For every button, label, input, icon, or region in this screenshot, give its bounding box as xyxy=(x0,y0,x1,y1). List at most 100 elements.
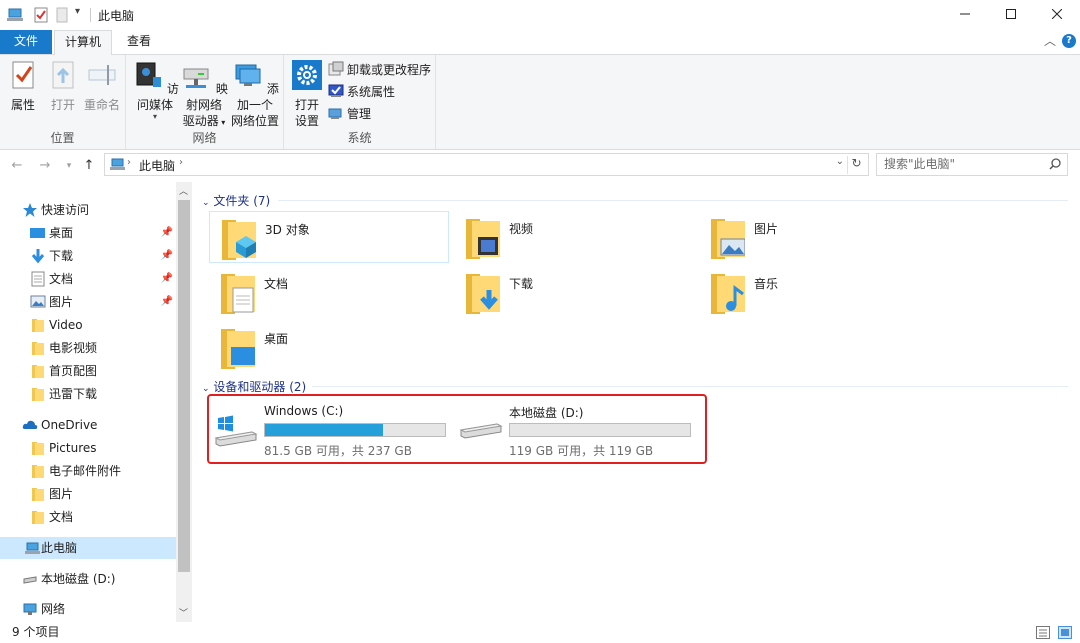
chevron-down-icon: ⌄ xyxy=(202,384,210,394)
customize-qa-icon[interactable]: ▾ xyxy=(75,6,80,17)
open-button[interactable]: 打开 xyxy=(46,59,80,113)
pin-icon[interactable]: 📌 xyxy=(161,291,173,313)
nav-od-images[interactable]: 图片 xyxy=(0,483,176,505)
tab-view[interactable]: 查看 xyxy=(116,30,162,54)
nav-qa-movies[interactable]: 电影视频 xyxy=(0,337,176,359)
nav-onedrive[interactable]: OneDrive xyxy=(0,414,176,436)
nav-qa-xunlei[interactable]: 迅雷下载 xyxy=(0,383,176,405)
scroll-down-icon[interactable]: ﹀ xyxy=(179,606,188,619)
up-button[interactable]: ↑ xyxy=(80,157,98,175)
new-folder-quick-icon[interactable] xyxy=(56,7,68,23)
nav-od-documents[interactable]: 文档 xyxy=(0,506,176,528)
search-input[interactable]: 搜索"此电脑" xyxy=(876,153,1068,176)
add-network-location-button[interactable]: 添加一个 网络位置 xyxy=(230,59,280,129)
pin-icon[interactable]: 📌 xyxy=(161,245,173,267)
nav-qa-downloads[interactable]: 下载 📌 xyxy=(0,245,176,267)
nav-local-disk-d[interactable]: 本地磁盘 (D:) xyxy=(0,568,176,590)
properties-label: 属性 xyxy=(10,98,35,112)
maximize-button[interactable] xyxy=(988,0,1034,30)
open-settings-label-2: 设置 xyxy=(294,114,319,128)
nav-label: 此电脑 xyxy=(41,541,78,555)
pin-icon[interactable]: 📌 xyxy=(161,222,173,244)
document-icon xyxy=(31,271,45,287)
breadcrumb-chevron-icon[interactable]: › xyxy=(127,157,131,168)
open-settings-button[interactable]: 打开 设置 xyxy=(288,59,326,129)
folder-item-videos[interactable]: 视频 xyxy=(454,211,694,263)
address-bar[interactable]: › 此电脑 › ⌄ ↻ xyxy=(104,153,869,176)
nav-scrollbar[interactable]: ︿ ﹀ xyxy=(176,182,192,622)
nav-od-email-attachments[interactable]: 电子邮件附件 xyxy=(0,460,176,482)
folder-item-desktop[interactable]: 桌面 xyxy=(209,321,449,373)
uninstall-program-button[interactable]: 卸载或更改程序 xyxy=(328,60,431,80)
scroll-up-icon[interactable]: ︿ xyxy=(179,184,188,197)
highlight-box xyxy=(207,394,707,464)
download-arrow-icon xyxy=(31,249,45,264)
cloud-icon xyxy=(22,420,38,429)
drive-icon xyxy=(23,576,37,584)
properties-quick-icon[interactable] xyxy=(34,7,48,23)
folder-item-pictures[interactable]: 图片 xyxy=(699,211,939,263)
tab-file[interactable]: 文件 xyxy=(0,30,52,54)
manage-label: 管理 xyxy=(347,107,372,121)
breadcrumb-chevron-icon[interactable]: › xyxy=(179,157,183,168)
minimize-button[interactable] xyxy=(942,0,988,30)
ribbon: 属性 打开 重命名 位置 访问媒体 ▾ 映射网络 驱动器 ▾ 添加一个 网络位置… xyxy=(0,54,1080,150)
group-system: 打开 设置 卸载或更改程序 系统属性 管理 系统 xyxy=(284,55,436,149)
group-location: 属性 打开 重命名 位置 xyxy=(0,55,126,149)
dropdown-arrow-icon: ▾ xyxy=(152,112,157,121)
details-view-icon[interactable] xyxy=(1036,626,1050,639)
nav-qa-homepage-images[interactable]: 首页配图 xyxy=(0,360,176,382)
refresh-icon[interactable]: ↻ xyxy=(847,156,865,174)
folder-item-music[interactable]: 音乐 xyxy=(699,266,939,318)
nav-label: 桌面 xyxy=(49,226,74,240)
help-icon[interactable]: ? xyxy=(1062,34,1076,48)
breadcrumb-this-pc[interactable]: 此电脑 xyxy=(139,157,175,174)
folder-label: 3D 对象 xyxy=(265,223,310,237)
access-media-button[interactable]: 访问媒体 ▾ xyxy=(130,59,180,121)
rename-button[interactable]: 重命名 xyxy=(82,59,122,113)
chevron-down-icon: ⌄ xyxy=(202,198,210,208)
properties-button[interactable]: 属性 xyxy=(6,59,40,113)
group-location-label: 位置 xyxy=(50,131,75,145)
ribbon-tabs: 文件 计算机 查看 ︿ ? xyxy=(0,30,1080,55)
nav-qa-pictures[interactable]: 图片 📌 xyxy=(0,291,176,313)
system-properties-label: 系统属性 xyxy=(347,85,396,99)
nav-qa-video[interactable]: Video xyxy=(0,314,176,336)
back-button[interactable]: ← xyxy=(8,157,26,175)
map-network-drive-button[interactable]: 映射网络 驱动器 ▾ xyxy=(180,59,228,131)
videos-folder-icon xyxy=(466,219,500,259)
nav-qa-documents[interactable]: 文档 📌 xyxy=(0,268,176,290)
scrollbar-thumb[interactable] xyxy=(178,200,190,572)
close-button[interactable] xyxy=(1034,0,1080,30)
collapse-ribbon-icon[interactable]: ︿ xyxy=(1044,32,1056,49)
nav-network[interactable]: 网络 xyxy=(0,598,176,620)
pin-icon[interactable]: 📌 xyxy=(161,268,173,290)
tab-computer[interactable]: 计算机 xyxy=(54,30,112,55)
pictures-folder-icon xyxy=(711,219,745,259)
picture-icon xyxy=(30,295,46,308)
large-icons-view-icon[interactable] xyxy=(1058,626,1072,639)
recent-locations-button[interactable]: ▾ xyxy=(60,157,78,175)
manage-button[interactable]: 管理 xyxy=(328,104,371,124)
folder-label: 音乐 xyxy=(754,277,779,291)
nav-this-pc[interactable]: 此电脑 xyxy=(0,537,176,559)
arrow-right-icon: → xyxy=(39,158,51,173)
nav-label: 网络 xyxy=(41,602,66,616)
forward-button[interactable]: → xyxy=(36,157,54,175)
folders-section-header[interactable]: ⌄ 文件夹 (7) xyxy=(202,192,270,209)
window-title: 此电脑 xyxy=(98,9,135,23)
title-bar: ▾ 此电脑 xyxy=(0,0,1080,30)
folder-item-3d-objects[interactable]: 3D 对象 xyxy=(209,211,449,263)
drives-section-header[interactable]: ⌄ 设备和驱动器 (2) xyxy=(202,378,306,395)
divider xyxy=(90,8,91,22)
folder-item-downloads[interactable]: 下载 xyxy=(454,266,694,318)
folder-item-documents[interactable]: 文档 xyxy=(209,266,449,318)
item-count: 9 个项目 xyxy=(12,625,60,639)
address-history-dropdown-icon[interactable]: ⌄ xyxy=(836,156,844,167)
nav-od-pictures[interactable]: Pictures xyxy=(0,437,176,459)
nav-quick-access[interactable]: 快速访问 xyxy=(0,199,176,221)
section-divider xyxy=(278,200,1068,201)
system-properties-button[interactable]: 系统属性 xyxy=(328,82,395,102)
nav-qa-desktop[interactable]: 桌面 📌 xyxy=(0,222,176,244)
folder-icon xyxy=(32,442,44,455)
